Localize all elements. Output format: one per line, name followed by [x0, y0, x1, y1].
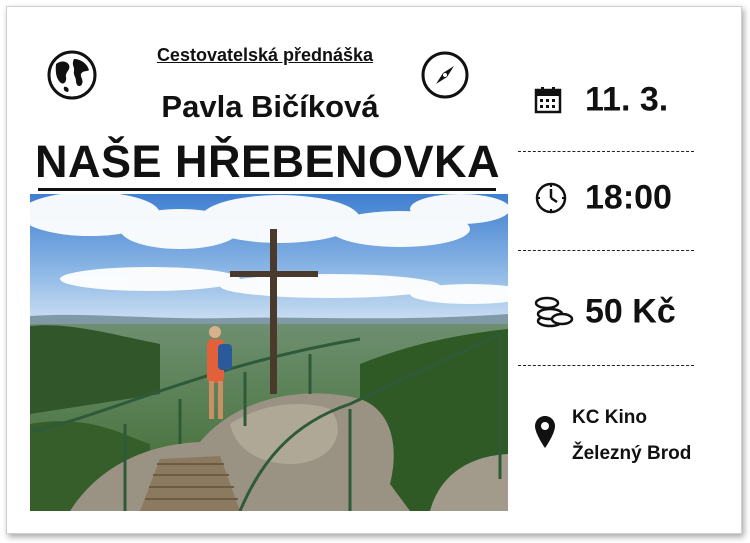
- price-row: 50 Kč: [520, 282, 710, 342]
- lecture-subtitle: Cestovatelská přednáška: [156, 45, 374, 65]
- time-row: 18:00: [520, 168, 710, 228]
- venue: KC Kino Železný Brod: [572, 400, 691, 472]
- location-pin-icon: [535, 416, 555, 448]
- date-row: 11. 3.: [520, 70, 710, 130]
- clock-icon: [535, 182, 567, 214]
- hike-photo: [30, 194, 508, 511]
- venue-city: Železný Brod: [572, 443, 692, 464]
- separator: [518, 250, 694, 251]
- calendar-icon: [534, 87, 562, 114]
- event-date: 11. 3.: [585, 80, 669, 119]
- event-time: 18:00: [585, 178, 672, 217]
- event-title: NAŠE HŘEBENOVKA: [34, 136, 501, 187]
- title-underline: [38, 188, 496, 191]
- separator: [518, 151, 694, 152]
- venue-name: KC Kino: [572, 407, 647, 428]
- globe-icon: [47, 50, 97, 100]
- coins-icon: [534, 296, 574, 328]
- separator: [518, 365, 694, 366]
- speaker-name: Pavla Bičíková: [161, 89, 379, 124]
- event-price: 50 Kč: [585, 292, 676, 331]
